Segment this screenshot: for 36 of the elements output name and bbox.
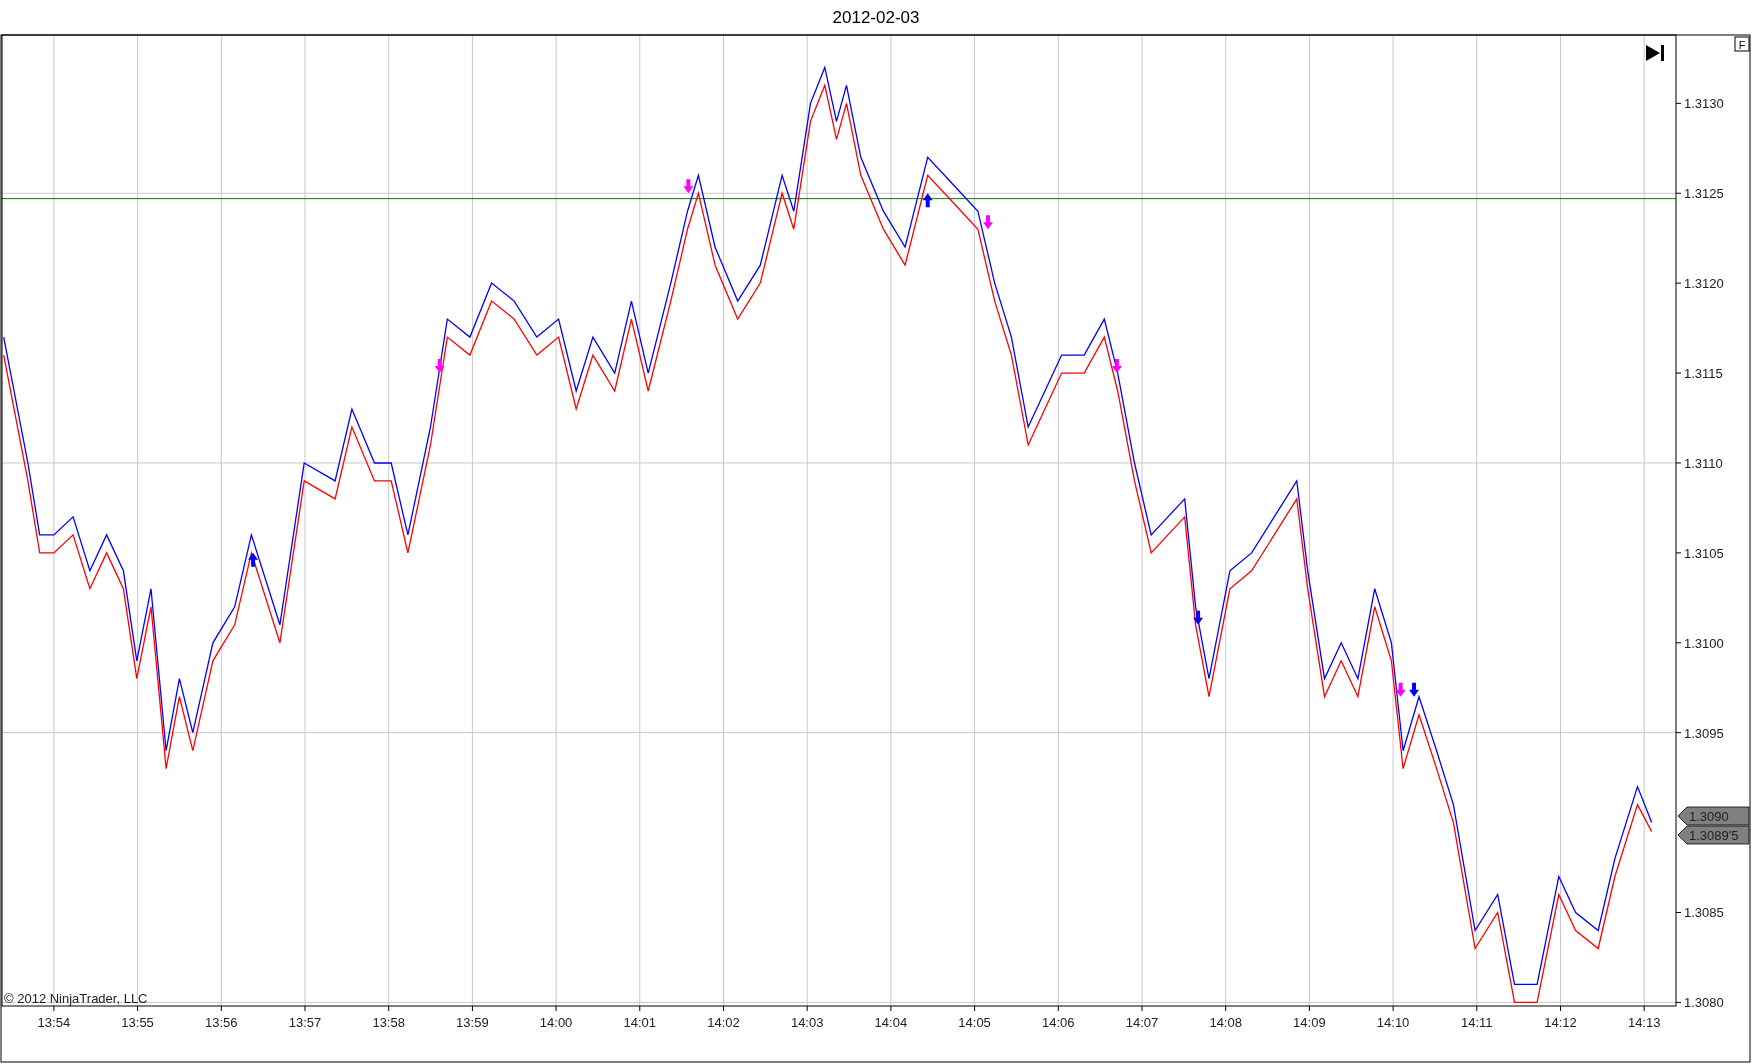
skip-to-end-icon xyxy=(1646,45,1664,61)
price-tag: 1.3089'5 xyxy=(1677,825,1750,845)
x-axis-label: 14:07 xyxy=(1125,1015,1159,1030)
x-axis-label: 14:11 xyxy=(1461,1015,1493,1030)
chart-title: 2012-02-03 xyxy=(832,8,920,27)
x-axis-label: 14:12 xyxy=(1544,1015,1577,1030)
y-axis-label: 1.3115 xyxy=(1684,366,1723,382)
x-axis-label: 13:57 xyxy=(288,1015,322,1030)
y-axis-label: 1.3105 xyxy=(1684,545,1724,561)
y-axis-label: 1.3120 xyxy=(1684,276,1724,292)
x-axis-label: 14:02 xyxy=(707,1015,740,1030)
x-axis-label: 13:54 xyxy=(37,1015,71,1030)
x-axis-label: 14:13 xyxy=(1627,1015,1661,1030)
x-axis-label: 14:08 xyxy=(1209,1015,1242,1030)
y-axis-label: 1.3085 xyxy=(1684,905,1724,921)
x-axis-label: 14:03 xyxy=(790,1015,824,1030)
x-axis-label: 14:00 xyxy=(539,1015,573,1030)
y-axis-label: 1.3110 xyxy=(1684,455,1723,471)
x-axis-label: 14:04 xyxy=(874,1015,908,1030)
x-axis-label: 13:55 xyxy=(121,1015,154,1030)
corner-button[interactable]: F xyxy=(1734,36,1750,52)
x-axis-label: 13:58 xyxy=(372,1015,405,1030)
y-axis-label: 1.3100 xyxy=(1684,635,1724,651)
x-axis-label: 14:09 xyxy=(1293,1015,1326,1030)
y-axis-label: 1.3080 xyxy=(1684,995,1724,1011)
x-axis-label: 13:59 xyxy=(456,1015,489,1030)
y-axis-label: 1.3095 xyxy=(1684,725,1724,741)
copyright-text: © 2012 NinjaTrader, LLC xyxy=(4,991,148,1006)
y-axis-label: 1.3130 xyxy=(1684,96,1724,112)
x-axis-label: 14:01 xyxy=(623,1015,657,1030)
x-axis-label: 14:10 xyxy=(1376,1015,1410,1030)
x-axis-label: 14:05 xyxy=(958,1015,991,1030)
x-axis-label: 14:06 xyxy=(1042,1015,1075,1030)
y-axis-label: 1.3125 xyxy=(1684,186,1724,202)
x-axis-label: 13:56 xyxy=(205,1015,238,1030)
price-tag: 1.3090 xyxy=(1677,806,1750,826)
